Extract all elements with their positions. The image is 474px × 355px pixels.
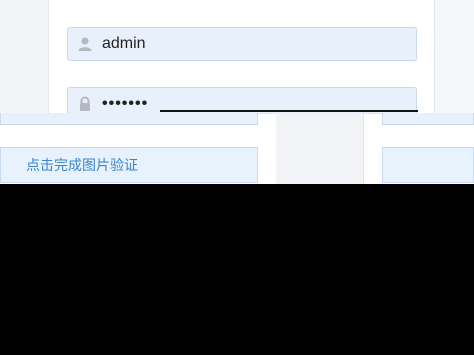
password-value: ••••••• xyxy=(102,95,149,112)
captcha-verify-button-secondary[interactable] xyxy=(382,147,474,183)
login-screen: admin ••••••• 点击完成图片验证 xyxy=(0,0,474,184)
blank-region xyxy=(0,184,474,355)
field-edge-left xyxy=(0,113,258,125)
captcha-verify-label: 点击完成图片验证 xyxy=(26,157,138,173)
field-edge-right xyxy=(382,113,474,125)
username-field[interactable]: admin xyxy=(67,27,417,61)
username-value: admin xyxy=(102,35,146,52)
background-strip-right xyxy=(433,0,474,120)
cursor-underline xyxy=(160,110,418,112)
background-strip-left xyxy=(0,0,48,120)
user-icon xyxy=(68,36,102,52)
lock-icon xyxy=(68,96,102,112)
captcha-verify-button[interactable]: 点击完成图片验证 xyxy=(0,147,258,183)
